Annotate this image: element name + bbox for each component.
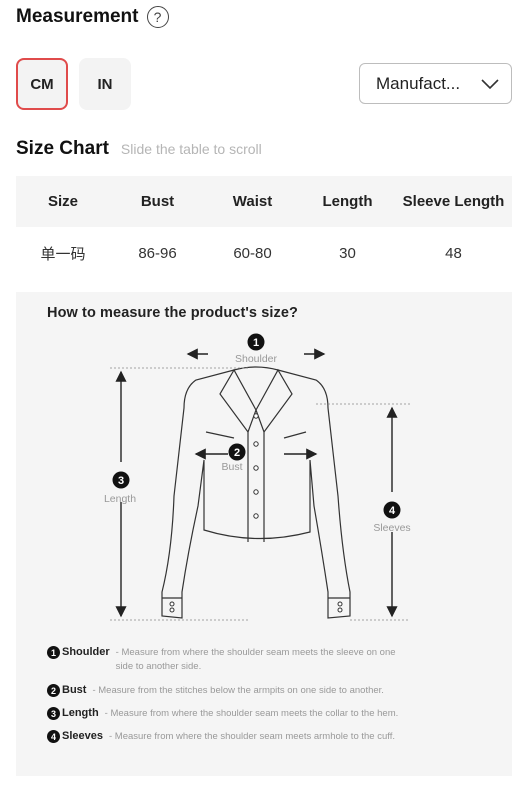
legend-name: Sleeves bbox=[62, 730, 103, 742]
sleeves-label: Sleeves bbox=[373, 522, 410, 534]
guide-dotted-lines bbox=[110, 367, 410, 621]
measurement-header: Measurement ? bbox=[16, 6, 169, 28]
column-header: Bust bbox=[140, 193, 175, 210]
legend-number: 2 bbox=[47, 684, 60, 697]
size-chart-title: Size Chart bbox=[16, 138, 109, 159]
measure-guide-panel: How to measure the product's size? 1 Sho… bbox=[16, 292, 512, 776]
table-cell: 单一码 bbox=[40, 245, 86, 263]
legend-number: 1 bbox=[47, 646, 60, 659]
table-cell: 60-80 bbox=[233, 244, 272, 262]
column-header: Length bbox=[322, 193, 373, 210]
column-header: Size bbox=[47, 193, 78, 210]
legend-name: Bust bbox=[62, 684, 87, 696]
table-cell: 48 bbox=[445, 244, 462, 262]
legend-item: 1 Shoulder - Measure from where the shou… bbox=[47, 646, 406, 674]
legend-name: Shoulder bbox=[62, 646, 110, 658]
page-title: Measurement bbox=[16, 6, 139, 27]
chevron-down-icon bbox=[481, 78, 499, 89]
table-header-row: Size Bust Waist Length Sleeve Length bbox=[16, 176, 512, 227]
sleeves-number: 4 bbox=[389, 505, 396, 517]
size-table[interactable]: Size Bust Waist Length Sleeve Length 单一码… bbox=[16, 176, 512, 279]
column-header: Sleeve Length bbox=[402, 193, 505, 210]
size-chart-heading: Size Chart Slide the table to scroll bbox=[16, 138, 262, 160]
shirt-buttons bbox=[169, 413, 343, 613]
legend-desc: - Measure from the stitches below the ar… bbox=[92, 685, 384, 696]
column-header: Waist bbox=[232, 193, 273, 210]
legend-item: 2 Bust - Measure from the stitches below… bbox=[47, 684, 384, 698]
question-circle-icon[interactable]: ? bbox=[146, 6, 169, 28]
shirt-diagram: 1 Shoulder 2 Bust 3 Length 4 Sleeves bbox=[104, 333, 411, 621]
legend-desc: - Measure from where the shoulder seam m… bbox=[104, 708, 399, 719]
unit-in-button[interactable]: IN bbox=[79, 58, 131, 110]
table-row: 单一码 86-96 60-80 30 48 bbox=[16, 227, 512, 279]
legend-number: 3 bbox=[47, 707, 60, 720]
length-label: Length bbox=[104, 493, 136, 505]
legend-desc: - Measure from where the shoulder seam m… bbox=[115, 647, 396, 672]
legend-item: 3 Length - Measure from where the should… bbox=[47, 707, 398, 721]
size-standard-dropdown[interactable]: Manufact... bbox=[359, 63, 512, 104]
legend-number: 4 bbox=[47, 730, 60, 743]
legend-item: 4 Sleeves - Measure from where the shoul… bbox=[47, 730, 395, 744]
bust-label: Bust bbox=[221, 461, 242, 473]
unit-cm-button[interactable]: CM bbox=[16, 58, 68, 110]
shoulder-label: Shoulder bbox=[235, 353, 278, 365]
legend-name: Length bbox=[62, 707, 99, 719]
table-cell: 86-96 bbox=[138, 244, 177, 262]
length-number: 3 bbox=[118, 475, 124, 487]
bust-number: 2 bbox=[234, 447, 240, 459]
scroll-hint: Slide the table to scroll bbox=[120, 141, 262, 157]
shoulder-number: 1 bbox=[253, 337, 259, 349]
dropdown-value: Manufact... bbox=[376, 73, 461, 93]
table-cell: 30 bbox=[339, 244, 356, 262]
legend-desc: - Measure from where the shoulder seam m… bbox=[108, 731, 395, 742]
